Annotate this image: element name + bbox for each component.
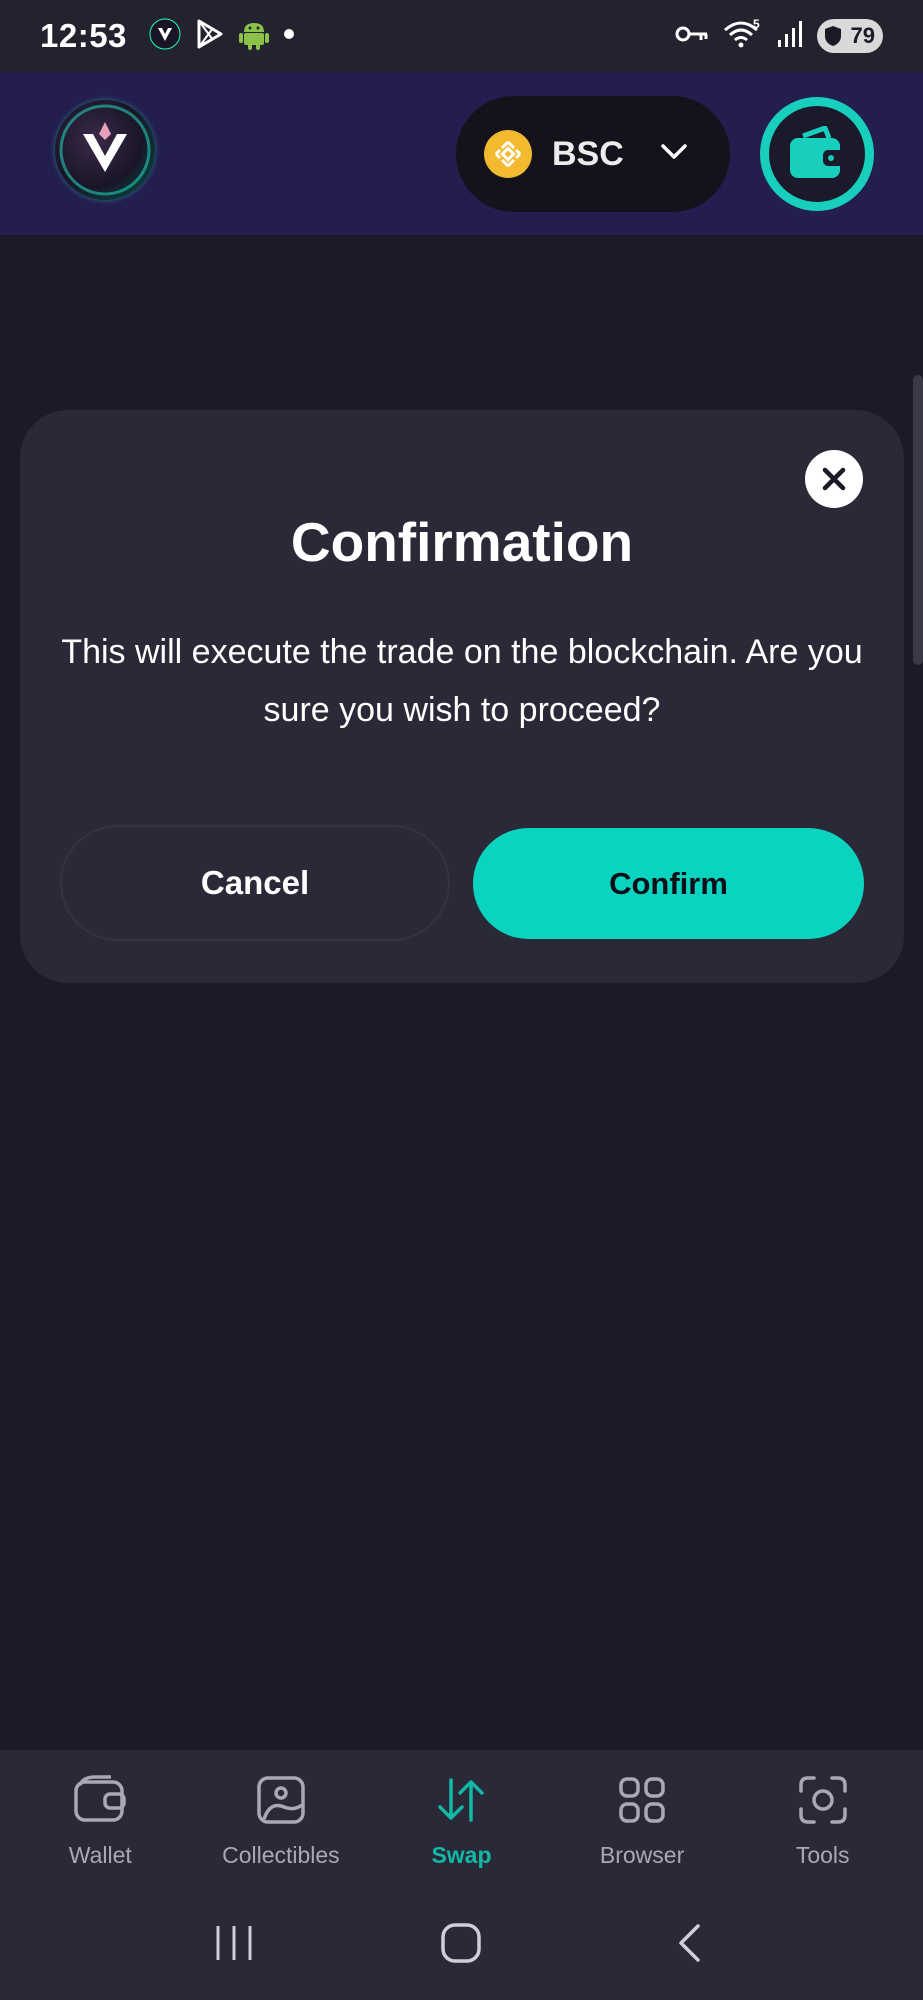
- wallet-icon: [790, 126, 845, 178]
- wallet-icon: [72, 1772, 128, 1828]
- dialog-title: Confirmation: [290, 511, 634, 573]
- shield-icon: [825, 26, 841, 46]
- close-button[interactable]: [805, 450, 863, 508]
- confirmation-dialog: Confirmation This will execute the trade…: [20, 410, 904, 983]
- confirm-button[interactable]: Confirm: [473, 828, 864, 939]
- nav-label-tools: Tools: [795, 1842, 850, 1868]
- wifi-icon: 5: [723, 17, 763, 55]
- nav-item-tools[interactable]: Tools: [738, 1772, 908, 1869]
- network-label: BSC: [552, 134, 624, 173]
- nav-label-browser: Browser: [599, 1842, 685, 1868]
- recents-button[interactable]: [194, 1913, 274, 1973]
- home-button[interactable]: [421, 1913, 501, 1973]
- nav-label-collectibles: Collectibles: [222, 1842, 340, 1868]
- vpn-key-icon: [675, 23, 709, 50]
- status-time: 12:53: [40, 17, 127, 54]
- close-icon: [822, 467, 846, 491]
- dialog-message: This will execute the trade on the block…: [61, 633, 863, 729]
- app-logo[interactable]: [55, 100, 155, 200]
- status-bar: 12:53 5 79: [0, 0, 923, 72]
- back-icon: [679, 1923, 700, 1962]
- grid-icon: [614, 1772, 670, 1828]
- nav-item-swap[interactable]: Swap: [376, 1772, 546, 1869]
- chevron-down-icon: [660, 143, 688, 166]
- battery-indicator: 79: [817, 19, 883, 53]
- swap-arrows-icon: [433, 1772, 489, 1828]
- nav-item-collectibles[interactable]: Collectibles: [196, 1772, 366, 1869]
- android-icon: [238, 18, 269, 55]
- svg-text:5: 5: [753, 18, 760, 31]
- nav-item-browser[interactable]: Browser: [557, 1772, 727, 1869]
- signal-icon: [777, 20, 803, 53]
- back-button[interactable]: [649, 1913, 729, 1973]
- bnb-icon: [484, 130, 532, 178]
- nav-label-wallet: Wallet: [68, 1842, 132, 1868]
- recents-icon: [216, 1925, 252, 1960]
- network-selector[interactable]: BSC: [456, 96, 730, 212]
- dot-icon: [283, 27, 295, 45]
- system-nav: [0, 1885, 923, 2000]
- scroll-indicator[interactable]: [913, 375, 923, 665]
- play-store-icon: [195, 18, 225, 55]
- status-right: 5 79: [675, 17, 883, 55]
- bottom-nav: Wallet Collectibles Swap Browser Tools: [0, 1750, 923, 1885]
- status-left: 12:53: [40, 17, 295, 55]
- scan-icon: [795, 1772, 851, 1828]
- cancel-button[interactable]: Cancel: [60, 825, 450, 941]
- logo-v-icon: [59, 104, 151, 196]
- image-icon: [253, 1772, 309, 1828]
- home-icon: [441, 1922, 482, 1963]
- battery-level: 79: [850, 23, 875, 48]
- app-notification-icon: [149, 18, 181, 55]
- nav-label-swap: Swap: [431, 1842, 492, 1868]
- nav-item-wallet[interactable]: Wallet: [15, 1772, 185, 1869]
- wallet-button[interactable]: [760, 97, 874, 211]
